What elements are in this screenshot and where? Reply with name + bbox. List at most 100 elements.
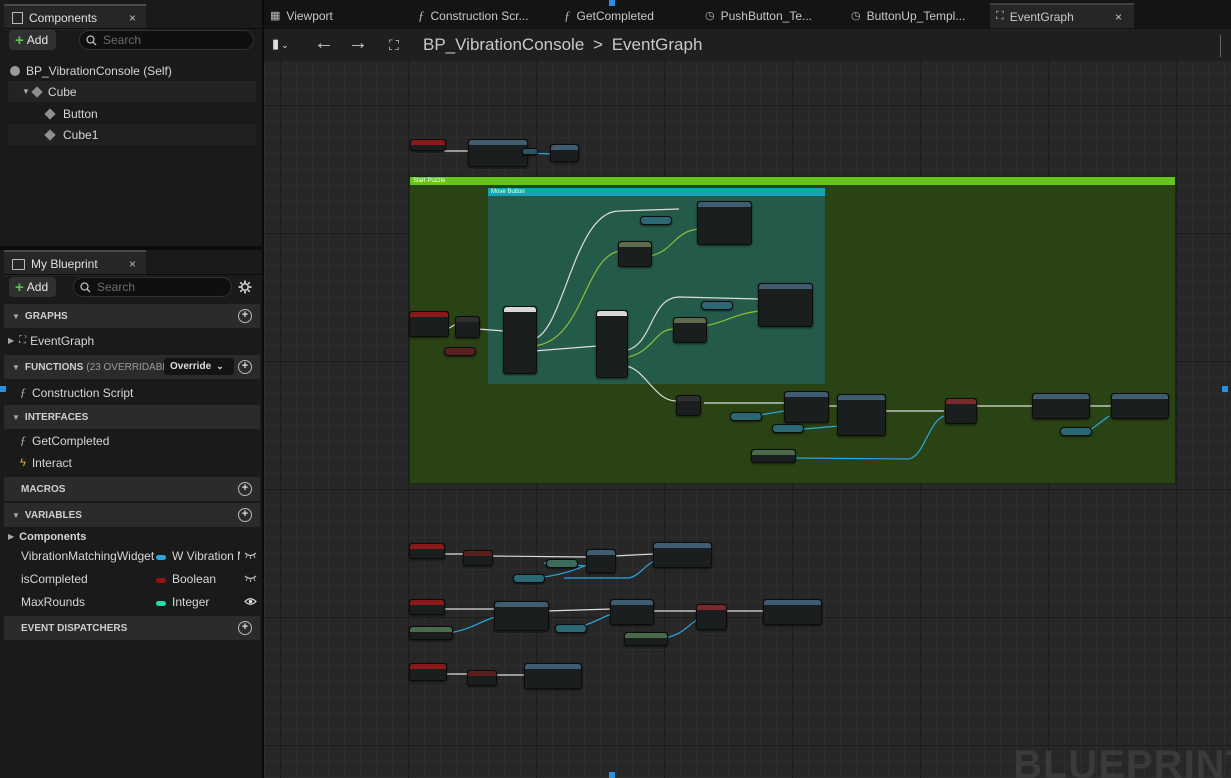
breadcrumb-blueprint[interactable]: BP_VibrationConsole — [423, 35, 584, 54]
graphs-section-header[interactable]: ▼ GRAPHS + — [4, 304, 260, 328]
resize-handle[interactable] — [609, 0, 615, 6]
resize-handle[interactable] — [1222, 386, 1228, 392]
variable-node[interactable] — [701, 301, 733, 310]
resize-handle[interactable] — [609, 772, 615, 778]
function-node[interactable] — [586, 549, 616, 573]
function-node[interactable] — [763, 599, 822, 625]
function-item-construction-script[interactable]: ƒ Construction Script — [20, 382, 258, 403]
components-search-input[interactable]: Search — [79, 30, 254, 50]
variable-type: W Vibration M — [156, 549, 240, 563]
bookmark-icon[interactable]: ▮ ⌄ — [272, 36, 289, 52]
components-add-button[interactable]: + Add — [9, 30, 57, 50]
add-graph-icon[interactable]: + — [238, 309, 252, 323]
blueprint-search-input[interactable]: Search — [73, 277, 232, 297]
components-tab[interactable]: Components × — [4, 4, 146, 30]
add-function-icon[interactable]: + — [238, 360, 252, 374]
variable-node[interactable] — [1060, 427, 1092, 436]
function-node[interactable] — [494, 601, 549, 631]
variable-node[interactable] — [522, 148, 538, 155]
function-node[interactable] — [1111, 393, 1169, 419]
breadcrumb-graph[interactable]: EventGraph — [612, 35, 703, 54]
tab-buttonup[interactable]: ◷ ButtonUp_Templ... — [851, 3, 989, 28]
my-blueprint-tab[interactable]: My Blueprint × — [4, 250, 146, 276]
tab-construction-script[interactable]: ƒ Construction Scr... — [418, 3, 553, 28]
timeline-node[interactable] — [673, 317, 707, 343]
sequence-node[interactable] — [503, 306, 537, 374]
graph-canvas[interactable]: Start Puzzle Move Button BLUEPRINT — [264, 61, 1231, 778]
blueprint-search-placeholder: Search — [97, 280, 136, 294]
branch-node[interactable] — [945, 398, 977, 424]
branch-node[interactable] — [676, 395, 701, 416]
variable-node[interactable] — [555, 624, 587, 633]
interface-item-interact[interactable]: ϟ Interact — [20, 452, 258, 473]
variable-row-iscompleted[interactable]: isCompleted Boolean — [4, 568, 260, 590]
variable-node[interactable] — [513, 574, 545, 583]
tree-item-cube1[interactable]: Cube1 — [8, 124, 256, 145]
variable-row-vibrationmatchingwidget[interactable]: VibrationMatchingWidget W Vibration M — [4, 545, 260, 567]
variable-node[interactable] — [640, 216, 672, 225]
function-node[interactable] — [610, 599, 654, 625]
functions-section-header[interactable]: ▼ FUNCTIONS (23 OVERRIDABLE) Override ⌄ … — [4, 355, 260, 379]
eye-open-icon[interactable] — [244, 597, 257, 606]
close-icon[interactable]: × — [129, 11, 136, 25]
eye-closed-icon[interactable] — [244, 552, 257, 559]
event-node[interactable] — [409, 311, 449, 337]
override-dropdown[interactable]: Override ⌄ — [164, 358, 234, 375]
forward-arrow-icon[interactable]: → — [348, 32, 368, 55]
event-node[interactable] — [409, 663, 447, 681]
function-node[interactable] — [837, 394, 886, 436]
variable-row-maxrounds[interactable]: MaxRounds Integer — [4, 591, 260, 613]
branch-node[interactable] — [455, 316, 480, 338]
variable-node[interactable] — [546, 559, 578, 568]
book-icon — [12, 258, 25, 270]
divider — [4, 274, 262, 275]
tab-viewport[interactable]: ▦ Viewport — [270, 3, 410, 28]
back-arrow-icon[interactable]: ← — [314, 32, 334, 55]
branch-node[interactable] — [696, 604, 727, 630]
set-location-node[interactable] — [697, 201, 752, 245]
function-node[interactable] — [784, 391, 829, 423]
function-node[interactable] — [524, 663, 582, 689]
event-node[interactable] — [409, 599, 445, 615]
tab-getcompleted[interactable]: ƒ GetCompleted — [564, 3, 699, 28]
timeline-node[interactable] — [618, 241, 652, 267]
tree-item-cube[interactable]: ▼ Cube — [8, 81, 256, 102]
graph-item-eventgraph[interactable]: ▶ ⛶ EventGraph — [8, 330, 258, 351]
get-player-controller-node[interactable] — [624, 632, 668, 646]
sequence-node[interactable] — [596, 310, 628, 378]
blueprint-add-button[interactable]: + Add — [9, 277, 57, 297]
add-event-dispatcher-icon[interactable]: + — [238, 621, 252, 635]
function-node[interactable] — [653, 542, 712, 568]
tree-item-label: Cube1 — [63, 127, 99, 142]
variable-node[interactable] — [444, 347, 476, 356]
tab-eventgraph[interactable]: ⛶ EventGraph × — [990, 3, 1134, 28]
branch-node[interactable] — [467, 670, 497, 686]
add-macro-icon[interactable]: + — [238, 482, 252, 496]
tab-pushbutton[interactable]: ◷ PushButton_Te... — [705, 3, 845, 28]
interfaces-section-header[interactable]: ▼ INTERFACES — [4, 405, 260, 429]
resize-handle[interactable] — [0, 386, 6, 392]
branch-node[interactable] — [463, 550, 493, 566]
variable-node[interactable] — [772, 424, 804, 433]
function-node[interactable] — [550, 144, 579, 162]
variables-section-header[interactable]: ▼ VARIABLES + — [4, 503, 260, 527]
eye-closed-icon[interactable] — [244, 575, 257, 582]
gear-icon[interactable] — [238, 280, 252, 294]
macros-section-header[interactable]: MACROS + — [4, 477, 260, 501]
variable-category-components[interactable]: ▶ Components — [8, 526, 258, 547]
event-dispatchers-section-header[interactable]: EVENT DISPATCHERS + — [4, 616, 260, 640]
function-node[interactable] — [468, 139, 528, 167]
close-icon[interactable]: × — [129, 257, 136, 271]
tree-item-button[interactable]: Button — [8, 103, 256, 124]
set-location-node[interactable] — [758, 283, 813, 327]
tree-item-self[interactable]: BP_VibrationConsole (Self) — [10, 60, 256, 81]
variable-node[interactable] — [730, 412, 762, 421]
event-node[interactable] — [410, 139, 446, 151]
event-node[interactable] — [409, 543, 445, 559]
get-player-controller-node[interactable] — [751, 449, 796, 463]
interface-item-getcompleted[interactable]: ƒ GetCompleted — [20, 430, 258, 451]
add-variable-icon[interactable]: + — [238, 508, 252, 522]
close-icon[interactable]: × — [1115, 10, 1122, 24]
get-player-controller-node[interactable] — [409, 626, 453, 640]
function-node[interactable] — [1032, 393, 1090, 419]
